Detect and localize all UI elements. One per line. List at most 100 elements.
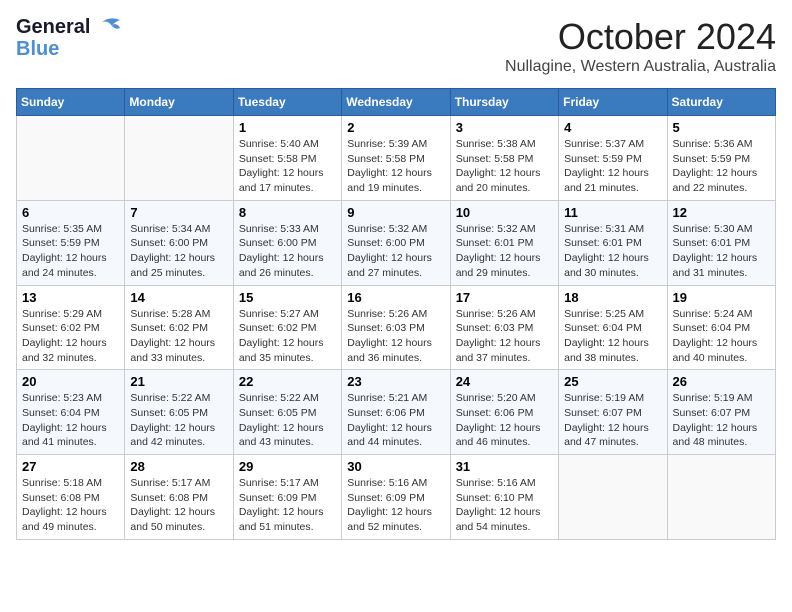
weekday-header-sunday: Sunday xyxy=(17,89,125,116)
weekday-header-saturday: Saturday xyxy=(667,89,775,116)
day-number: 7 xyxy=(130,205,227,220)
weekday-header-wednesday: Wednesday xyxy=(342,89,450,116)
day-content: Sunrise: 5:22 AMSunset: 6:05 PMDaylight:… xyxy=(239,391,336,450)
day-number: 30 xyxy=(347,459,444,474)
day-content: Sunrise: 5:26 AMSunset: 6:03 PMDaylight:… xyxy=(456,307,553,366)
day-number: 31 xyxy=(456,459,553,474)
day-number: 6 xyxy=(22,205,119,220)
calendar-cell: 27 Sunrise: 5:18 AMSunset: 6:08 PMDayligh… xyxy=(17,455,125,540)
day-number: 5 xyxy=(673,120,770,135)
day-content: Sunrise: 5:36 AMSunset: 5:59 PMDaylight:… xyxy=(673,137,770,196)
calendar-cell: 25 Sunrise: 5:19 AMSunset: 6:07 PMDayligh… xyxy=(559,370,667,455)
weekday-header-friday: Friday xyxy=(559,89,667,116)
day-number: 21 xyxy=(130,374,227,389)
day-number: 2 xyxy=(347,120,444,135)
day-number: 10 xyxy=(456,205,553,220)
calendar-cell: 11 Sunrise: 5:31 AMSunset: 6:01 PMDayligh… xyxy=(559,200,667,285)
day-number: 16 xyxy=(347,290,444,305)
day-number: 25 xyxy=(564,374,661,389)
day-content: Sunrise: 5:18 AMSunset: 6:08 PMDaylight:… xyxy=(22,476,119,535)
title-block: October 2024 Nullagine, Western Australi… xyxy=(505,16,776,76)
calendar-cell: 4 Sunrise: 5:37 AMSunset: 5:59 PMDaylight… xyxy=(559,116,667,201)
calendar-week-row: 6 Sunrise: 5:35 AMSunset: 5:59 PMDaylight… xyxy=(17,200,776,285)
weekday-header-monday: Monday xyxy=(125,89,233,116)
calendar-cell: 24Sunrise: 5:20 AMSunset: 6:06 PMDayligh… xyxy=(450,370,558,455)
day-content: Sunrise: 5:30 AMSunset: 6:01 PMDaylight:… xyxy=(673,222,770,281)
day-content: Sunrise: 5:28 AMSunset: 6:02 PMDaylight:… xyxy=(130,307,227,366)
calendar-cell: 31 Sunrise: 5:16 AMSunset: 6:10 PMDayligh… xyxy=(450,455,558,540)
day-number: 13 xyxy=(22,290,119,305)
calendar-table: SundayMondayTuesdayWednesdayThursdayFrid… xyxy=(16,88,776,540)
page-header: General Blue October 2024 Nullagine, Wes… xyxy=(16,16,776,76)
day-content: Sunrise: 5:23 AMSunset: 6:04 PMDaylight:… xyxy=(22,391,119,450)
day-number: 17 xyxy=(456,290,553,305)
calendar-cell: 19Sunrise: 5:24 AMSunset: 6:04 PMDayligh… xyxy=(667,285,775,370)
day-number: 20 xyxy=(22,374,119,389)
day-number: 23 xyxy=(347,374,444,389)
calendar-cell: 7Sunrise: 5:34 AMSunset: 6:00 PMDaylight… xyxy=(125,200,233,285)
day-content: Sunrise: 5:17 AMSunset: 6:08 PMDaylight:… xyxy=(130,476,227,535)
calendar-cell: 16 Sunrise: 5:26 AMSunset: 6:03 PMDayligh… xyxy=(342,285,450,370)
day-content: Sunrise: 5:37 AMSunset: 5:59 PMDaylight:… xyxy=(564,137,661,196)
day-number: 1 xyxy=(239,120,336,135)
calendar-cell: 10 Sunrise: 5:32 AMSunset: 6:01 PMDayligh… xyxy=(450,200,558,285)
day-content: Sunrise: 5:38 AMSunset: 5:58 PMDaylight:… xyxy=(456,137,553,196)
calendar-cell: 23Sunrise: 5:21 AMSunset: 6:06 PMDayligh… xyxy=(342,370,450,455)
day-content: Sunrise: 5:29 AMSunset: 6:02 PMDaylight:… xyxy=(22,307,119,366)
calendar-cell: 13 Sunrise: 5:29 AMSunset: 6:02 PMDayligh… xyxy=(17,285,125,370)
calendar-cell: 5 Sunrise: 5:36 AMSunset: 5:59 PMDaylight… xyxy=(667,116,775,201)
calendar-cell xyxy=(17,116,125,201)
day-number: 3 xyxy=(456,120,553,135)
day-content: Sunrise: 5:22 AMSunset: 6:05 PMDaylight:… xyxy=(130,391,227,450)
calendar-cell: 1Sunrise: 5:40 AMSunset: 5:58 PMDaylight… xyxy=(233,116,341,201)
calendar-cell: 15 Sunrise: 5:27 AMSunset: 6:02 PMDayligh… xyxy=(233,285,341,370)
calendar-cell: 9Sunrise: 5:32 AMSunset: 6:00 PMDaylight… xyxy=(342,200,450,285)
day-number: 15 xyxy=(239,290,336,305)
day-number: 26 xyxy=(673,374,770,389)
calendar-header-row: SundayMondayTuesdayWednesdayThursdayFrid… xyxy=(17,89,776,116)
calendar-cell: 3 Sunrise: 5:38 AMSunset: 5:58 PMDaylight… xyxy=(450,116,558,201)
day-content: Sunrise: 5:19 AMSunset: 6:07 PMDaylight:… xyxy=(564,391,661,450)
weekday-header-thursday: Thursday xyxy=(450,89,558,116)
calendar-cell xyxy=(559,455,667,540)
day-content: Sunrise: 5:16 AMSunset: 6:10 PMDaylight:… xyxy=(456,476,553,535)
day-number: 14 xyxy=(130,290,227,305)
day-number: 22 xyxy=(239,374,336,389)
day-content: Sunrise: 5:26 AMSunset: 6:03 PMDaylight:… xyxy=(347,307,444,366)
calendar-week-row: 20 Sunrise: 5:23 AMSunset: 6:04 PMDayligh… xyxy=(17,370,776,455)
day-content: Sunrise: 5:35 AMSunset: 5:59 PMDaylight:… xyxy=(22,222,119,281)
day-content: Sunrise: 5:25 AMSunset: 6:04 PMDaylight:… xyxy=(564,307,661,366)
day-content: Sunrise: 5:19 AMSunset: 6:07 PMDaylight:… xyxy=(673,391,770,450)
calendar-cell: 2Sunrise: 5:39 AMSunset: 5:58 PMDaylight… xyxy=(342,116,450,201)
day-content: Sunrise: 5:32 AMSunset: 6:01 PMDaylight:… xyxy=(456,222,553,281)
calendar-cell: 21 Sunrise: 5:22 AMSunset: 6:05 PMDayligh… xyxy=(125,370,233,455)
calendar-week-row: 13 Sunrise: 5:29 AMSunset: 6:02 PMDayligh… xyxy=(17,285,776,370)
calendar-cell: 26 Sunrise: 5:19 AMSunset: 6:07 PMDayligh… xyxy=(667,370,775,455)
day-content: Sunrise: 5:33 AMSunset: 6:00 PMDaylight:… xyxy=(239,222,336,281)
location-subtitle: Nullagine, Western Australia, Australia xyxy=(505,58,776,76)
day-content: Sunrise: 5:27 AMSunset: 6:02 PMDaylight:… xyxy=(239,307,336,366)
day-number: 24 xyxy=(456,374,553,389)
day-number: 29 xyxy=(239,459,336,474)
day-content: Sunrise: 5:16 AMSunset: 6:09 PMDaylight:… xyxy=(347,476,444,535)
day-number: 18 xyxy=(564,290,661,305)
day-number: 8 xyxy=(239,205,336,220)
day-content: Sunrise: 5:31 AMSunset: 6:01 PMDaylight:… xyxy=(564,222,661,281)
weekday-header-tuesday: Tuesday xyxy=(233,89,341,116)
calendar-cell: 14 Sunrise: 5:28 AMSunset: 6:02 PMDayligh… xyxy=(125,285,233,370)
calendar-cell: 18 Sunrise: 5:25 AMSunset: 6:04 PMDayligh… xyxy=(559,285,667,370)
day-content: Sunrise: 5:24 AMSunset: 6:04 PMDaylight:… xyxy=(673,307,770,366)
day-number: 4 xyxy=(564,120,661,135)
day-number: 27 xyxy=(22,459,119,474)
calendar-cell: 12Sunrise: 5:30 AMSunset: 6:01 PMDayligh… xyxy=(667,200,775,285)
calendar-cell: 28 Sunrise: 5:17 AMSunset: 6:08 PMDayligh… xyxy=(125,455,233,540)
calendar-cell: 20 Sunrise: 5:23 AMSunset: 6:04 PMDayligh… xyxy=(17,370,125,455)
day-number: 28 xyxy=(130,459,227,474)
day-content: Sunrise: 5:32 AMSunset: 6:00 PMDaylight:… xyxy=(347,222,444,281)
calendar-cell: 22 Sunrise: 5:22 AMSunset: 6:05 PMDayligh… xyxy=(233,370,341,455)
calendar-cell: 8 Sunrise: 5:33 AMSunset: 6:00 PMDaylight… xyxy=(233,200,341,285)
calendar-week-row: 1Sunrise: 5:40 AMSunset: 5:58 PMDaylight… xyxy=(17,116,776,201)
calendar-cell xyxy=(125,116,233,201)
calendar-week-row: 27 Sunrise: 5:18 AMSunset: 6:08 PMDayligh… xyxy=(17,455,776,540)
day-number: 11 xyxy=(564,205,661,220)
